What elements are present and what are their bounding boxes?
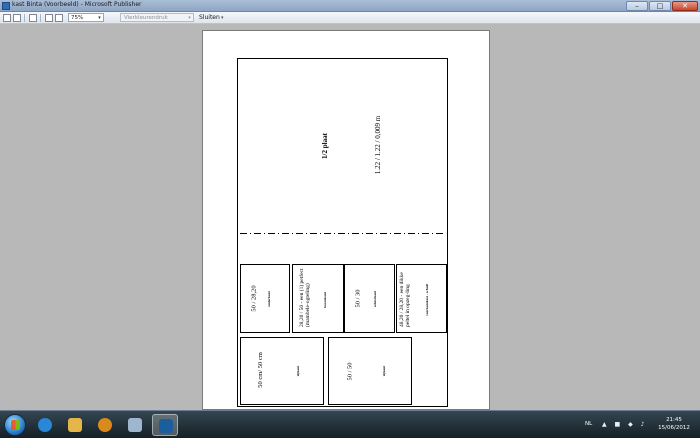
minimize-button[interactable]: – <box>626 1 648 11</box>
clock[interactable]: 21:45 15/06/2012 <box>655 416 693 432</box>
publisher-app-icon[interactable] <box>2 2 10 10</box>
taskbar-windows[interactable] <box>122 414 148 436</box>
plate-dimensions: 1.22 / 1.22 / 0,009 m <box>374 115 382 175</box>
piece-zijkant-1: 50 cm/ 50 cm zijkant <box>240 337 324 405</box>
clock-date: 15/06/2012 <box>658 425 690 431</box>
preview-workspace[interactable]: 1/2 plaat 1.22 / 1.22 / 0,009 m 50 / 28,… <box>0 24 700 410</box>
plate-title: 1/2 plaat <box>321 133 329 159</box>
piece-onderkant: 50 / 28,20 onderkant <box>240 264 290 333</box>
taskbar-internet-explorer[interactable] <box>32 414 58 436</box>
piece-label: 50 / 28,20 <box>250 285 258 312</box>
taskbar: NL ▲ ■ ◆ ♪ 21:45 15/06/2012 <box>0 410 700 438</box>
toolbar-divider <box>24 14 25 22</box>
piece-label: 50 / 50 <box>346 362 354 381</box>
chevron-down-icon[interactable]: ▾ <box>96 14 103 21</box>
taskbar-publisher[interactable] <box>152 414 178 436</box>
single-page-icon[interactable] <box>3 14 11 22</box>
zoom-out-icon[interactable] <box>55 14 63 22</box>
print-icon[interactable] <box>29 14 37 22</box>
piece-label: 50 / 30 <box>354 289 362 308</box>
piece-tag: voorkantkast - schuif <box>425 284 429 316</box>
print-preview-toolbar: 75% ▾ Vierkleurendruk ▾ Sluiten ▾ <box>0 12 700 24</box>
print-mode-placeholder: Vierkleurendruk <box>124 15 168 21</box>
piece-tag: onderkant <box>267 291 271 307</box>
toolbar-divider <box>40 14 41 22</box>
piece-label: 28,20 / 50 - een (1) petfect (mambele-og… <box>299 268 311 328</box>
internet-explorer-icon <box>38 418 52 432</box>
windows-logo-icon <box>11 420 20 430</box>
language-indicator[interactable]: NL <box>585 421 592 427</box>
document-page: 1/2 plaat 1.22 / 1.22 / 0,009 m 50 / 28,… <box>202 30 490 410</box>
piece-tag: achterkant <box>373 290 377 308</box>
print-mode-select[interactable]: Vierkleurendruk ▾ <box>120 13 194 22</box>
start-button[interactable] <box>4 414 26 436</box>
piece-tag: zijkant <box>296 365 300 377</box>
close-button[interactable]: ✕ <box>672 1 698 11</box>
clock-time: 21:45 <box>666 417 682 423</box>
close-preview-button[interactable]: Sluiten <box>199 13 220 22</box>
plate-layout: 1/2 plaat 1.22 / 1.22 / 0,009 m 50 / 28,… <box>237 58 448 407</box>
toolbar-options-icon[interactable]: ▾ <box>221 15 226 23</box>
window-switch-icon <box>128 418 142 432</box>
title-bar: kast Binta (Voorbeeld) - Microsoft Publi… <box>0 0 700 12</box>
piece-label: 50 cm/ 50 cm <box>257 352 264 388</box>
piece-tag: zijkant <box>382 365 386 377</box>
media-player-icon <box>98 418 112 432</box>
zoom-in-icon[interactable] <box>45 14 53 22</box>
folder-icon <box>68 418 82 432</box>
publisher-icon <box>159 419 173 433</box>
zoom-select[interactable]: 75% ▾ <box>68 13 104 22</box>
piece-achterkant: 50 / 30 achterkant <box>344 264 395 333</box>
piece-label: 48,20 / 28,20 - een dikke peltel in opze… <box>399 272 411 327</box>
zoom-value: 75% <box>71 15 84 21</box>
piece-bovenkant: 28,20 / 50 - een (1) petfect (mambele-og… <box>292 264 344 333</box>
chevron-down-icon[interactable]: ▾ <box>186 14 193 21</box>
maximize-button[interactable]: □ <box>649 1 671 11</box>
taskbar-media-player[interactable] <box>92 414 118 436</box>
window-title: kast Binta (Voorbeeld) - Microsoft Publi… <box>12 1 142 8</box>
system-tray-icons[interactable]: ▲ ■ ◆ ♪ <box>602 421 647 428</box>
piece-tag: bovenkant <box>323 292 327 308</box>
cut-line <box>240 233 446 234</box>
piece-voorkant: 48,20 / 28,20 - een dikke peltel in opze… <box>396 264 447 333</box>
taskbar-file-explorer[interactable] <box>62 414 88 436</box>
piece-zijkant-2: 50 / 50 zijkant <box>328 337 412 405</box>
multi-page-icon[interactable] <box>13 14 21 22</box>
